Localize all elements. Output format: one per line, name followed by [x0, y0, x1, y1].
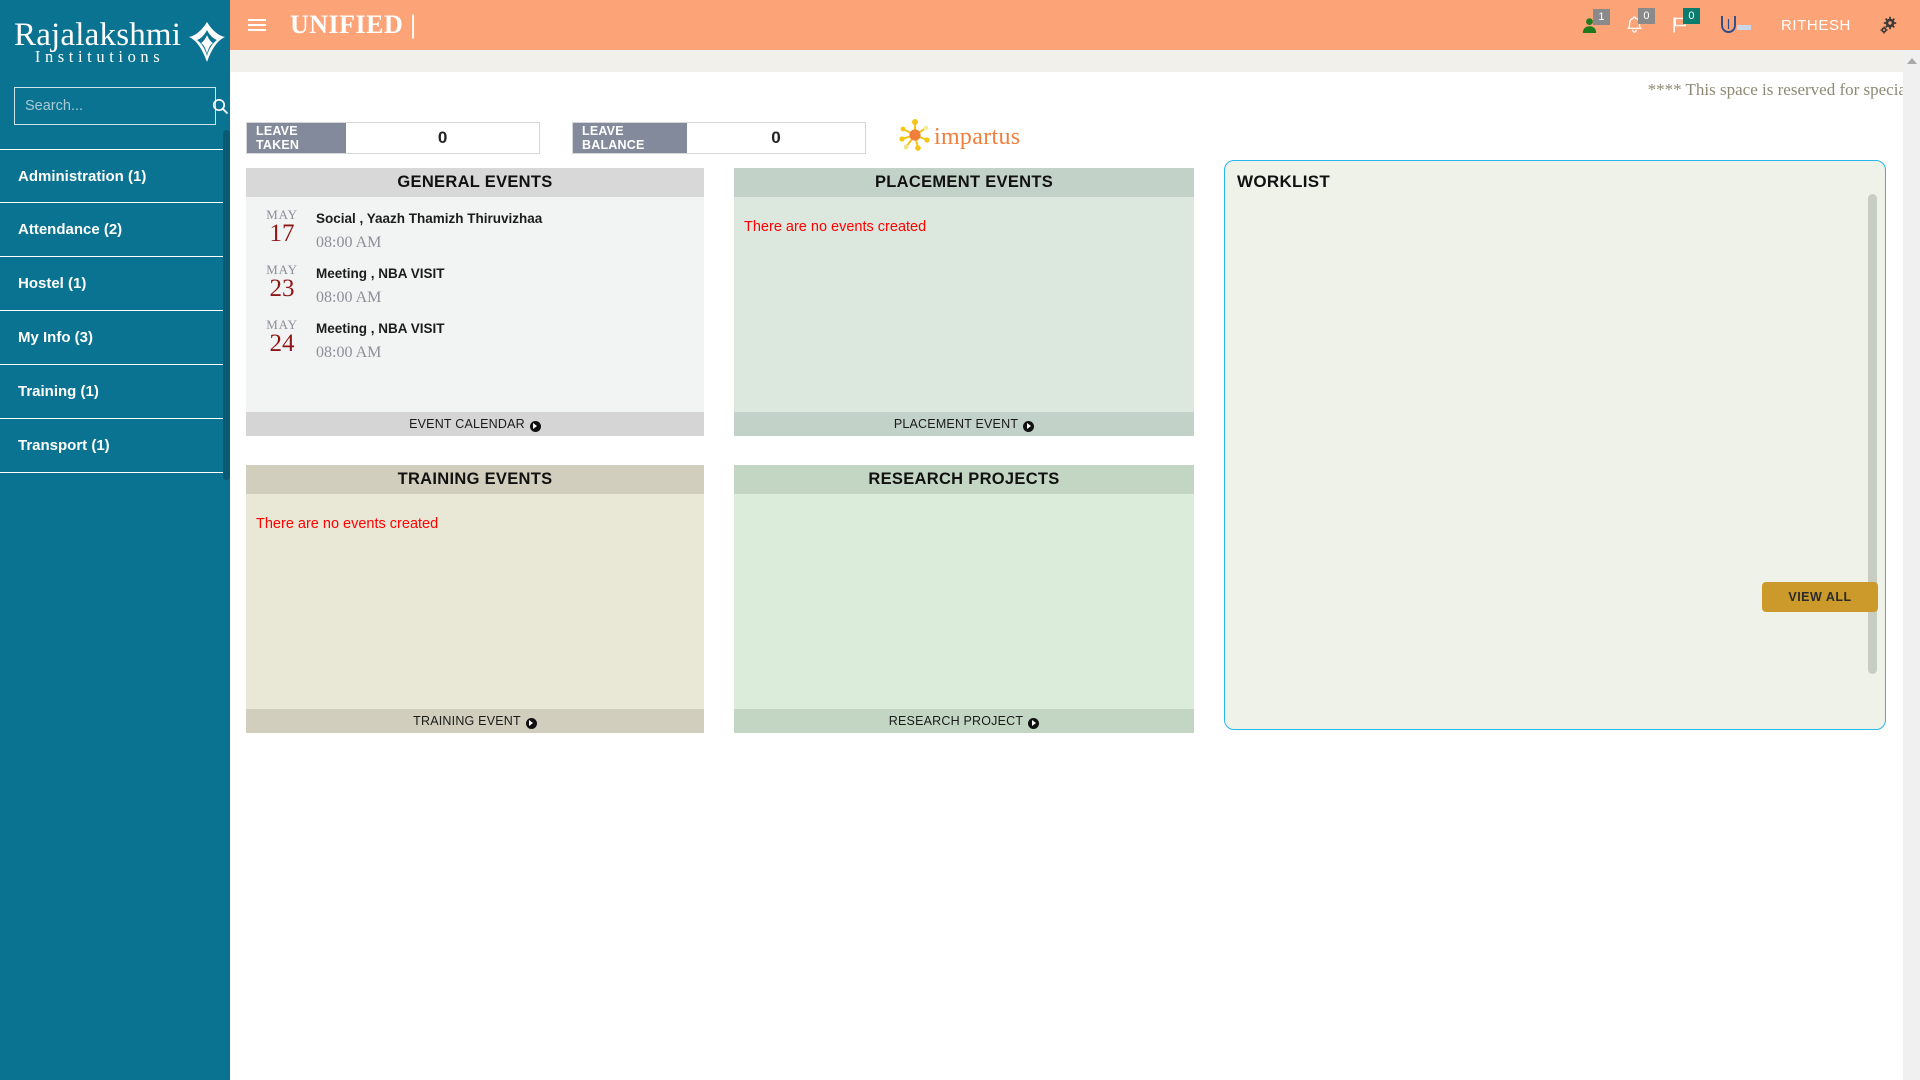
general-events-list: MAY 17 Social , Yaazh Thamizh Thiruvizha…	[246, 197, 704, 412]
user-name-label[interactable]: RITHESH	[1781, 17, 1851, 34]
event-day: 17	[269, 220, 295, 247]
search-box[interactable]	[14, 87, 229, 125]
research-empty-message	[734, 494, 1194, 516]
event-day: 23	[269, 275, 295, 302]
sidebar-item-administration[interactable]: Administration (1)	[0, 149, 230, 203]
training-empty-message: There are no events created	[256, 516, 439, 532]
leave-taken-value: 0	[346, 123, 539, 153]
sidebar-item-label: My Info (3)	[18, 329, 93, 346]
logo-text: Rajalakshmi Institutions	[14, 19, 181, 66]
event-date: MAY 24	[258, 317, 306, 362]
research-projects-title: RESEARCH PROJECTS	[734, 465, 1194, 494]
hamburger-menu-icon[interactable]	[248, 19, 266, 31]
event-time: 08:00 AM	[316, 344, 382, 361]
gear-icon	[1880, 16, 1897, 34]
user-requests-button[interactable]: 1	[1581, 8, 1610, 34]
event-date: MAY 17	[258, 207, 306, 252]
worklist-panel: WORKLIST	[1224, 160, 1886, 730]
sidebar-item-training[interactable]: Training (1)	[0, 365, 230, 419]
event-time: 08:00 AM	[316, 234, 382, 251]
research-projects-panel: RESEARCH PROJECTS RESEARCH PROJECT	[734, 465, 1194, 733]
leave-taken-label: LEAVE TAKEN	[247, 123, 347, 153]
arrow-circle-right-icon	[525, 717, 537, 729]
general-events-title: GENERAL EVENTS	[246, 168, 704, 197]
flagged-items-button[interactable]: 0	[1671, 8, 1700, 34]
impartus-starburst-icon	[898, 118, 932, 157]
impartus-logo[interactable]: impartus	[898, 118, 1020, 157]
sidebar-scrollbar[interactable]	[223, 130, 230, 480]
list-item[interactable]: MAY 23 Meeting , NBA VISIT 08:00 AM	[246, 252, 704, 307]
event-title: Meeting , NBA VISIT	[316, 266, 445, 281]
arrow-circle-right-icon	[1028, 717, 1040, 729]
training-event-link[interactable]: TRAINING EVENT	[246, 709, 704, 733]
marquee-band	[230, 50, 1903, 72]
notifications-button[interactable]: 0	[1626, 8, 1655, 34]
marquee-text: **** This space is reserved for specia	[1647, 80, 1906, 99]
leave-taken-widget: LEAVE TAKEN 0	[246, 122, 540, 154]
leave-balance-widget: LEAVE BALANCE 0	[572, 122, 866, 154]
topbar-actions: 1 0 0 RITHESH	[1581, 0, 1920, 50]
view-all-button[interactable]: VIEW ALL	[1762, 582, 1878, 612]
training-events-panel: TRAINING EVENTS There are no events crea…	[246, 465, 704, 733]
sidebar-item-my-info[interactable]: My Info (3)	[0, 311, 230, 365]
page-title: UNIFIED |	[290, 10, 417, 39]
training-event-label: TRAINING EVENT	[413, 714, 521, 728]
sidebar-item-attendance[interactable]: Attendance (2)	[0, 203, 230, 257]
list-item[interactable]: MAY 17 Social , Yaazh Thamizh Thiruvizha…	[246, 197, 704, 252]
event-calendar-label: EVENT CALENDAR	[409, 417, 525, 431]
logo-secondary-text: Institutions	[34, 47, 165, 67]
worklist-title: WORKLIST	[1237, 172, 1331, 191]
impartus-wordmark: impartus	[934, 124, 1021, 150]
top-navigation-bar: UNIFIED | 1 0 0 RITHESH	[230, 0, 1920, 50]
lotus-leaf-icon	[187, 20, 227, 69]
training-events-title: TRAINING EVENTS	[246, 465, 704, 494]
placement-events-list: There are no events created	[734, 197, 1194, 412]
research-projects-list	[734, 494, 1194, 709]
settings-button[interactable]	[1879, 16, 1898, 35]
sidebar-item-hostel[interactable]: Hostel (1)	[0, 257, 230, 311]
leave-balance-value: 0	[687, 123, 865, 153]
sidebar-item-transport[interactable]: Transport (1)	[0, 419, 230, 473]
event-date: MAY 23	[258, 262, 306, 307]
list-item[interactable]: MAY 24 Meeting , NBA VISIT 08:00 AM	[246, 307, 704, 362]
placement-event-link[interactable]: PLACEMENT EVENT	[734, 412, 1194, 436]
event-time: 08:00 AM	[316, 289, 382, 306]
research-project-link[interactable]: RESEARCH PROJECT	[734, 709, 1194, 733]
placement-empty-message: There are no events created	[744, 219, 927, 235]
arrow-circle-right-icon	[529, 420, 541, 432]
event-title: Social , Yaazh Thamizh Thiruvizhaa	[316, 211, 543, 226]
scroll-up-arrow-icon[interactable]	[1906, 58, 1917, 64]
sidebar-item-label: Attendance (2)	[18, 221, 123, 238]
training-events-list: There are no events created	[246, 494, 704, 709]
page-scrollbar[interactable]	[1903, 50, 1920, 1080]
event-title: Meeting , NBA VISIT	[316, 321, 445, 336]
sidebar-item-label: Administration (1)	[18, 167, 147, 185]
portal-brand-icon[interactable]	[1717, 14, 1753, 36]
placement-events-panel: PLACEMENT EVENTS There are no events cre…	[734, 168, 1194, 436]
sidebar-menu: Administration (1) Attendance (2) Hostel…	[0, 149, 230, 473]
search-input[interactable]	[25, 98, 212, 114]
sidebar-item-label: Transport (1)	[18, 437, 110, 454]
event-detail: Meeting , NBA VISIT 08:00 AM	[316, 262, 445, 307]
research-project-label: RESEARCH PROJECT	[888, 714, 1024, 728]
event-detail: Social , Yaazh Thamizh Thiruvizhaa 08:00…	[316, 207, 542, 252]
event-detail: Meeting , NBA VISIT 08:00 AM	[316, 317, 445, 362]
sidebar: Rajalakshmi Institutions Administration …	[0, 0, 230, 1080]
search-icon[interactable]	[212, 98, 229, 115]
sidebar-item-label: Training (1)	[18, 383, 99, 400]
sidebar-item-label: Hostel (1)	[18, 275, 87, 292]
event-calendar-link[interactable]: EVENT CALENDAR	[246, 412, 704, 436]
placement-event-label: PLACEMENT EVENT	[893, 417, 1019, 431]
general-events-panel: GENERAL EVENTS MAY 17 Social , Yaazh Tha…	[246, 168, 704, 436]
leave-balance-label: LEAVE BALANCE	[573, 123, 688, 153]
placement-events-title: PLACEMENT EVENTS	[734, 168, 1194, 197]
event-day: 24	[269, 330, 295, 357]
brand-logo[interactable]: Rajalakshmi Institutions	[0, 0, 230, 75]
notification-count-badge: 0	[1637, 8, 1655, 24]
user-count-badge: 1	[1592, 8, 1610, 25]
arrow-circle-right-icon	[1023, 420, 1035, 432]
flag-count-badge: 0	[1682, 8, 1700, 24]
